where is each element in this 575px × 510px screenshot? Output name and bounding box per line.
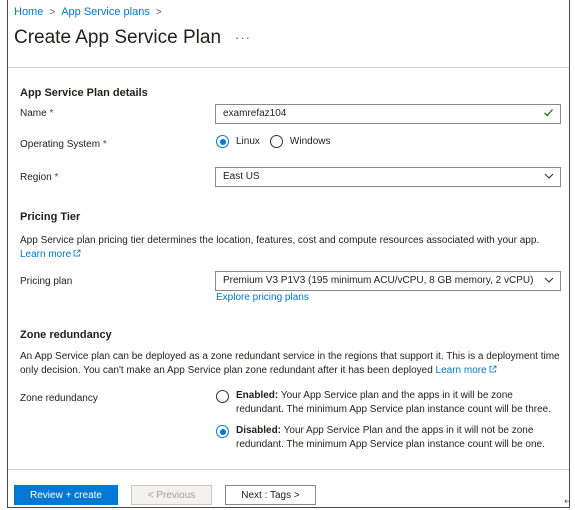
footer-divider [8, 469, 569, 470]
name-input-value: examrefaz104 [223, 108, 287, 119]
required-mark: * [102, 139, 107, 150]
zone-option-disabled[interactable]: Disabled: Your App Service Plan and the … [216, 424, 561, 452]
zone-disabled-desc: Your App Service Plan and the apps in it… [236, 425, 545, 450]
review-create-button[interactable]: Review + create [14, 485, 118, 505]
pricing-heading: Pricing Tier [20, 211, 81, 223]
radio-linux[interactable] [216, 135, 229, 148]
region-dropdown[interactable]: East US [215, 167, 561, 187]
radio-windows[interactable] [269, 135, 283, 148]
zone-learn-more-link[interactable]: Learn more [436, 365, 497, 376]
chevron-down-icon [544, 274, 554, 286]
os-radio-group: Linux Windows [216, 135, 340, 148]
pricing-learn-more-text: Learn more [20, 249, 72, 260]
details-heading: App Service Plan details [20, 87, 148, 99]
pricing-plan-value: Premium V3 P1V3 (195 minimum ACU/vCPU, 8… [223, 275, 534, 286]
zone-disabled-title: Disabled: [236, 425, 282, 436]
zone-disabled-text: Disabled: Your App Service Plan and the … [236, 424, 561, 452]
region-value: East US [223, 171, 260, 182]
pricing-description: App Service plan pricing tier determines… [20, 234, 560, 262]
previous-button[interactable]: < Previous [131, 485, 212, 505]
os-label-text: Operating System [20, 139, 101, 150]
next-tags-button[interactable]: Next : Tags > [225, 485, 316, 505]
zone-heading: Zone redundancy [20, 329, 112, 341]
zone-redundancy-label: Zone redundancy [20, 393, 98, 404]
os-label: Operating System * [20, 139, 107, 150]
more-options-icon[interactable]: ··· [235, 30, 251, 45]
zone-option-enabled[interactable]: Enabled: Your App Service plan and the a… [216, 389, 561, 417]
os-windows-label: Windows [289, 136, 331, 147]
chevron-down-icon [544, 170, 554, 182]
external-link-icon [489, 365, 497, 373]
zone-learn-more-text: Learn more [435, 365, 487, 376]
checkmark-icon [543, 107, 554, 121]
name-input[interactable]: examrefaz104 [215, 104, 561, 124]
page-title: Create App Service Plan [14, 27, 222, 48]
zone-enabled-text: Enabled: Your App Service plan and the a… [236, 389, 561, 417]
region-label: Region * [20, 172, 58, 183]
zone-description: An App Service plan can be deployed as a… [20, 350, 560, 378]
external-link-icon [73, 249, 81, 257]
return-mark: ↵ [564, 496, 572, 506]
pricing-plan-dropdown[interactable]: Premium V3 P1V3 (195 minimum ACU/vCPU, 8… [215, 271, 561, 291]
breadcrumb-app-service-plans[interactable]: App Service plans [61, 6, 150, 18]
breadcrumb-home[interactable]: Home [14, 6, 43, 18]
required-mark: * [49, 108, 54, 119]
pricing-plan-label: Pricing plan [20, 276, 73, 287]
header-divider [8, 67, 569, 68]
breadcrumb-separator: > [155, 6, 162, 18]
name-label-text: Name [20, 108, 47, 119]
pricing-description-text: App Service plan pricing tier determines… [20, 235, 540, 246]
breadcrumb: Home > App Service plans > [14, 6, 162, 18]
region-label-text: Region [20, 172, 52, 183]
pricing-learn-more-link[interactable]: Learn more [20, 249, 81, 260]
radio-zone-disabled[interactable] [216, 425, 229, 438]
zone-enabled-desc: Your App Service plan and the apps in it… [236, 390, 551, 415]
zone-enabled-title: Enabled: [236, 390, 279, 401]
explore-pricing-link[interactable]: Explore pricing plans [216, 292, 309, 303]
radio-zone-enabled[interactable] [216, 390, 229, 403]
required-mark: * [54, 172, 59, 183]
breadcrumb-separator: > [49, 6, 56, 18]
os-option-linux[interactable]: Linux [216, 135, 260, 148]
name-label: Name * [20, 108, 53, 119]
os-linux-label: Linux [236, 136, 260, 147]
os-option-windows[interactable]: Windows [269, 135, 331, 148]
